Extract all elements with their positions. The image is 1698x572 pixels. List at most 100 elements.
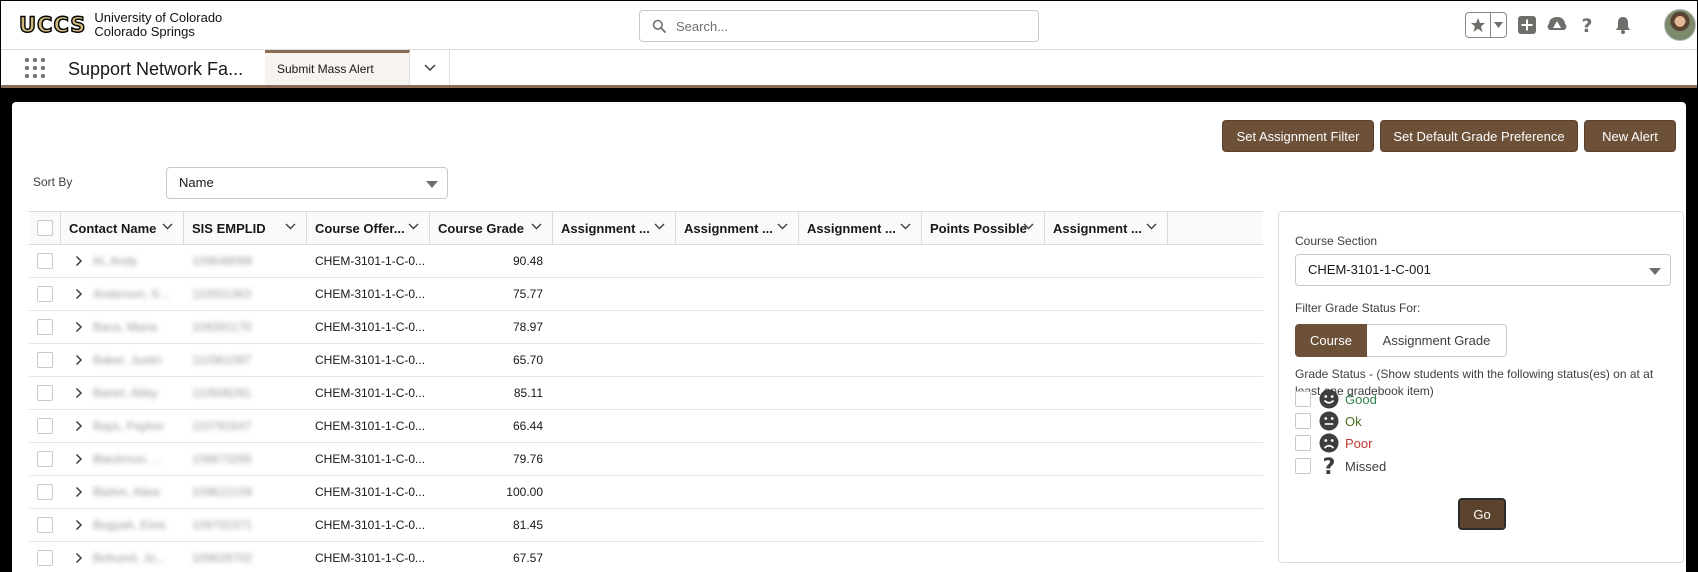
empty-cell: [676, 443, 799, 475]
table-row[interactable]: Baca, Maria 109391170 CHEM-3101-1-C-0... 78…: [29, 311, 1263, 344]
row-checkbox[interactable]: [37, 550, 53, 566]
col-assignment-1[interactable]: Assignment ...: [553, 212, 676, 244]
uccs-logo[interactable]: UCCS University of Colorado Colorado Spr…: [18, 11, 222, 39]
chevron-down-icon[interactable]: [1023, 223, 1034, 230]
contact-name[interactable]: Bays, Payton: [93, 419, 164, 433]
row-checkbox[interactable]: [37, 319, 53, 335]
tab-menu-chevron-icon[interactable]: [410, 50, 450, 85]
toggle-assignment-grade-button[interactable]: Assignment Grade: [1367, 324, 1507, 357]
row-checkbox[interactable]: [37, 253, 53, 269]
table-row[interactable]: Blahm, Aliea 109622109 CHEM-3101-1-C-0... 1…: [29, 476, 1263, 509]
chevron-down-icon[interactable]: [408, 223, 419, 230]
empty-cell: [922, 245, 1045, 277]
chevron-right-icon[interactable]: [75, 486, 83, 498]
chevron-down-icon[interactable]: [900, 223, 911, 230]
empty-cell: [922, 410, 1045, 442]
sis-emplid: 110508291: [192, 386, 252, 400]
col-course-offering[interactable]: Course Offer...: [307, 212, 430, 244]
row-checkbox[interactable]: [37, 418, 53, 434]
empty-cell: [553, 344, 676, 376]
chevron-right-icon[interactable]: [75, 354, 83, 366]
contact-name-cell: Blackmon, ...: [61, 443, 184, 475]
chevron-down-icon[interactable]: [285, 223, 296, 230]
status-poor-checkbox[interactable]: [1295, 435, 1311, 451]
course-section-select[interactable]: CHEM-3101-1-C-001: [1295, 254, 1671, 286]
chevron-right-icon[interactable]: [75, 387, 83, 399]
sis-emplid-cell: 109702371: [184, 509, 307, 541]
table-row[interactable]: Al, Andy 109648099 CHEM-3101-1-C-0... 90.48: [29, 245, 1263, 278]
col-assignment-4[interactable]: Assignment ...: [1045, 212, 1168, 244]
sis-emplid-cell: 109391170: [184, 311, 307, 343]
chevron-right-icon[interactable]: [75, 321, 83, 333]
col-assignment-2[interactable]: Assignment ...: [676, 212, 799, 244]
contact-name[interactable]: Bogyah, Elvis: [93, 518, 166, 532]
question-icon[interactable]: ?: [1575, 13, 1599, 37]
go-button[interactable]: Go: [1458, 498, 1506, 530]
table-row[interactable]: Bartel, Abby 110508291 CHEM-3101-1-C-0... 8…: [29, 377, 1263, 410]
select-all-checkbox[interactable]: [36, 220, 53, 236]
star-icon[interactable]: [1466, 13, 1490, 37]
table-row[interactable]: Anderson, S... 110001363 CHEM-3101-1-C-0..…: [29, 278, 1263, 311]
chevron-right-icon[interactable]: [75, 288, 83, 300]
row-checkbox[interactable]: [37, 286, 53, 302]
global-search[interactable]: [639, 10, 1039, 42]
contact-name[interactable]: Baca, Maria: [93, 320, 157, 334]
chevron-right-icon[interactable]: [75, 255, 83, 267]
chevron-down-icon[interactable]: [654, 223, 665, 230]
row-checkbox[interactable]: [37, 385, 53, 401]
set-default-grade-preference-button[interactable]: Set Default Grade Preference: [1380, 120, 1578, 152]
contact-name[interactable]: Al, Andy: [93, 254, 137, 268]
contact-name[interactable]: Baker, Justin: [93, 353, 162, 367]
chevron-down-icon[interactable]: [531, 223, 542, 230]
status-good-checkbox[interactable]: [1295, 391, 1311, 407]
sis-emplid-cell: 109628702: [184, 542, 307, 572]
chevron-down-icon[interactable]: [1490, 13, 1506, 37]
grid-dots-icon[interactable]: [25, 58, 45, 78]
contact-name[interactable]: Bartel, Abby: [93, 386, 158, 400]
col-course-grade[interactable]: Course Grade: [430, 212, 553, 244]
table-row[interactable]: Bohumil, Jo... 109628702 CHEM-3101-1-C-0..…: [29, 542, 1263, 572]
col-sis-emplid[interactable]: SIS EMPLID: [184, 212, 307, 244]
col-contact-name[interactable]: Contact Name: [61, 212, 184, 244]
tab-submit-mass-alert[interactable]: Submit Mass Alert: [265, 50, 410, 85]
contact-name[interactable]: Blackmon, ...: [93, 452, 162, 466]
course-offering-cell: CHEM-3101-1-C-0...: [307, 311, 430, 343]
contact-name[interactable]: Anderson, S...: [93, 287, 169, 301]
row-checkbox[interactable]: [37, 352, 53, 368]
trailhead-icon[interactable]: [1545, 13, 1569, 37]
chevron-down-icon[interactable]: [777, 223, 788, 230]
plus-icon[interactable]: [1515, 13, 1539, 37]
chevron-right-icon[interactable]: [75, 453, 83, 465]
course-offering-cell: CHEM-3101-1-C-0...: [307, 344, 430, 376]
table-row[interactable]: Bays, Payton 110791647 CHEM-3101-1-C-0... 6…: [29, 410, 1263, 443]
row-checkbox[interactable]: [37, 484, 53, 500]
status-missed-checkbox[interactable]: [1295, 458, 1311, 474]
set-assignment-filter-button[interactable]: Set Assignment Filter: [1222, 120, 1374, 152]
status-ok-row: Ok: [1295, 411, 1362, 431]
table-row[interactable]: Baker, Justin 110361087 CHEM-3101-1-C-0...…: [29, 344, 1263, 377]
col-points-possible[interactable]: Points Possible: [922, 212, 1045, 244]
contact-name[interactable]: Blahm, Aliea: [93, 485, 160, 499]
table-row[interactable]: Bogyah, Elvis 109702371 CHEM-3101-1-C-0...…: [29, 509, 1263, 542]
sort-by-select[interactable]: Name: [166, 167, 448, 199]
toggle-course-button[interactable]: Course: [1295, 324, 1367, 357]
chevron-right-icon[interactable]: [75, 552, 83, 564]
contact-name[interactable]: Bohumil, Jo...: [93, 551, 166, 565]
col-assignment-3[interactable]: Assignment ...: [799, 212, 922, 244]
row-select-cell: [29, 311, 61, 343]
chevron-down-icon[interactable]: [162, 223, 173, 230]
new-alert-button[interactable]: New Alert: [1584, 120, 1676, 152]
row-select-cell: [29, 476, 61, 508]
search-input[interactable]: [674, 17, 1014, 35]
row-checkbox[interactable]: [37, 451, 53, 467]
bell-icon[interactable]: [1611, 13, 1635, 37]
row-checkbox[interactable]: [37, 517, 53, 533]
chevron-right-icon[interactable]: [75, 519, 83, 531]
table-row[interactable]: Blackmon, ... 108873285 CHEM-3101-1-C-0...…: [29, 443, 1263, 476]
user-avatar[interactable]: [1664, 9, 1696, 41]
empty-cell: [799, 443, 922, 475]
chevron-down-icon[interactable]: [1146, 223, 1157, 230]
status-poor-label: Poor: [1345, 435, 1373, 451]
status-ok-checkbox[interactable]: [1295, 413, 1311, 429]
chevron-right-icon[interactable]: [75, 420, 83, 432]
